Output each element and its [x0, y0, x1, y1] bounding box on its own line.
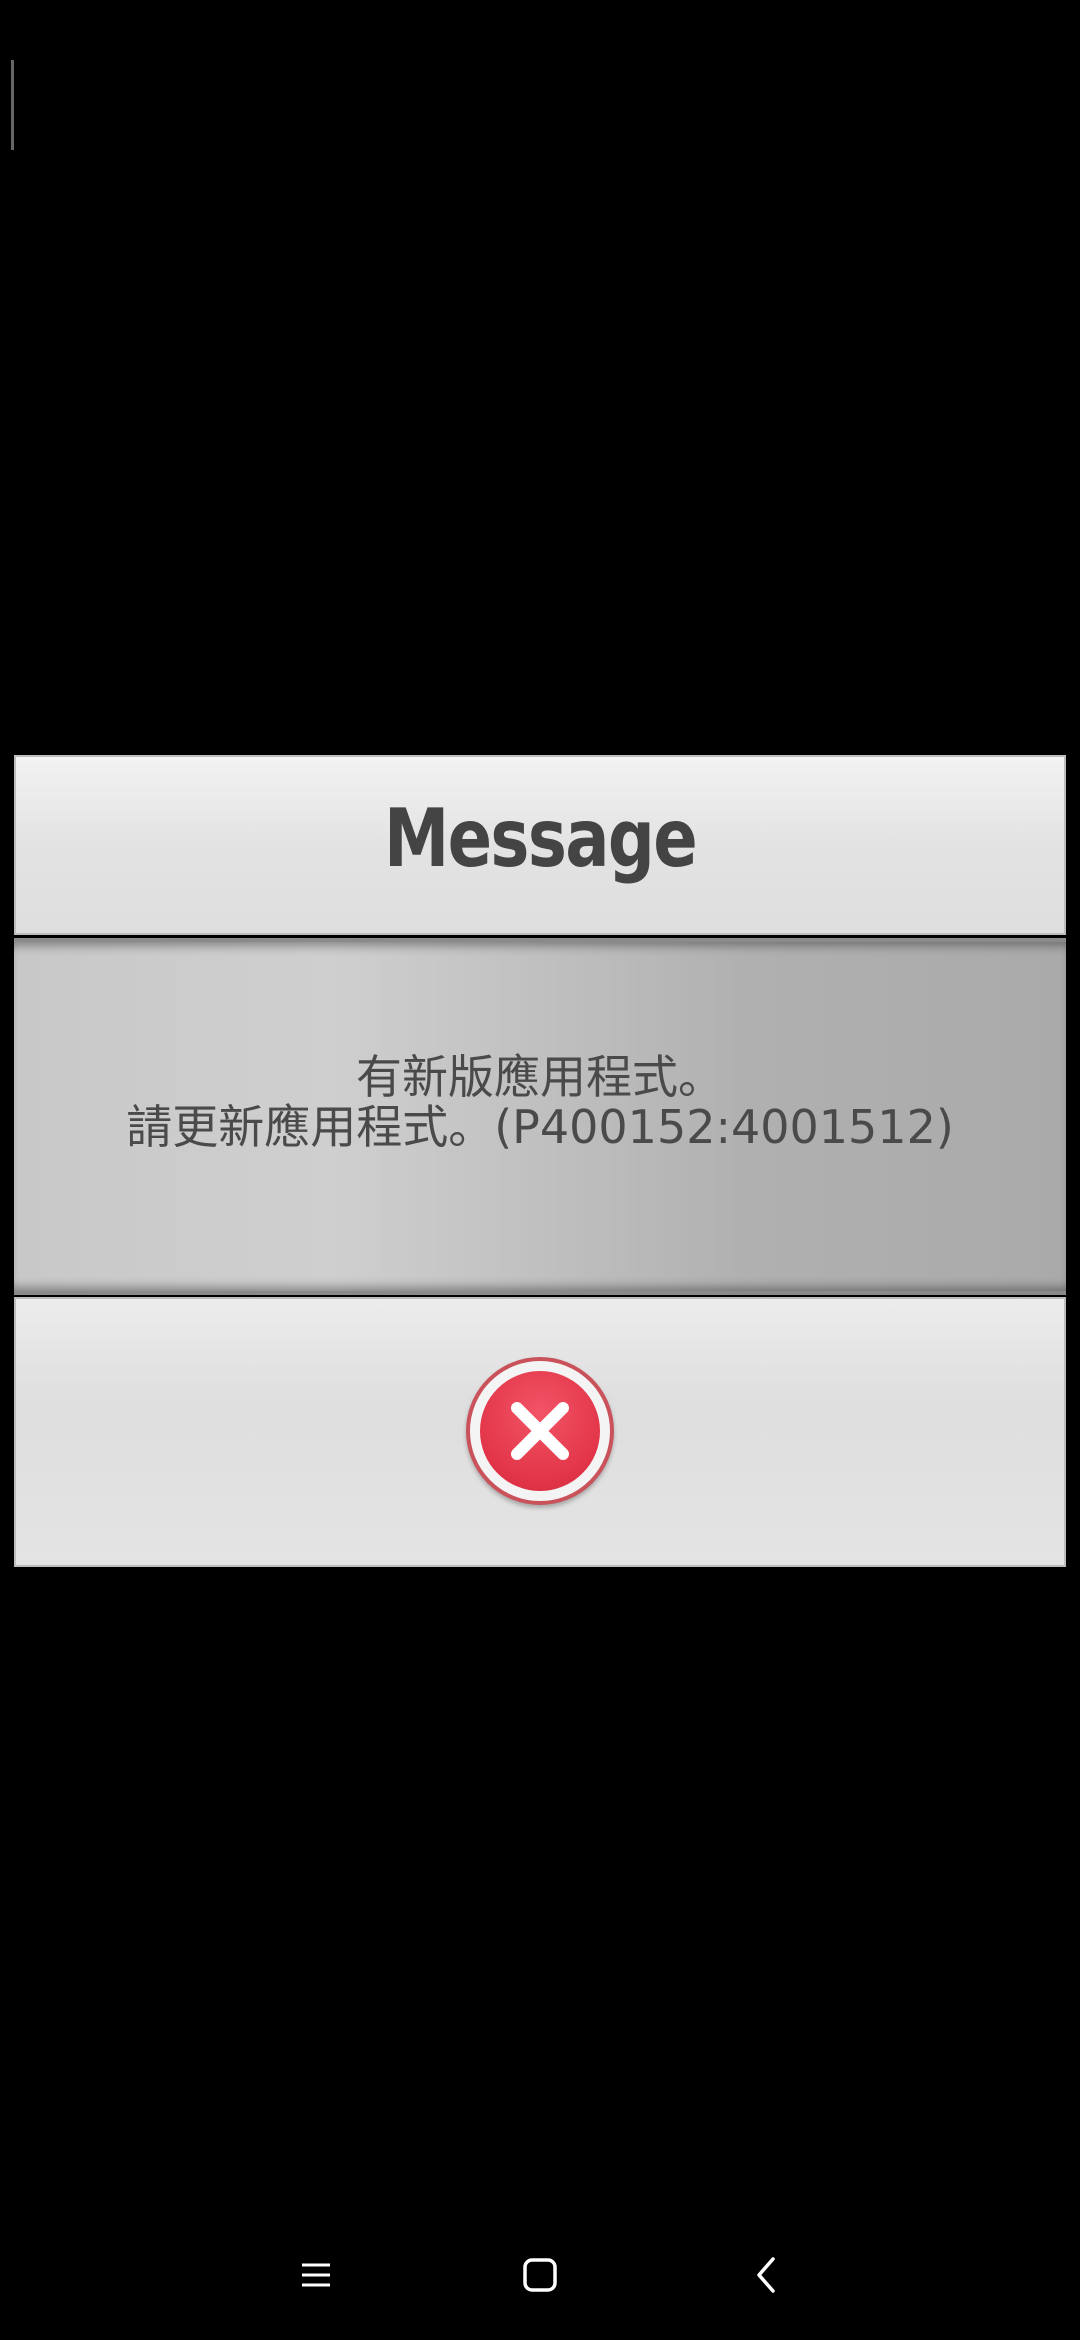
close-button[interactable] — [466, 1357, 614, 1505]
dialog-header: Message — [14, 755, 1066, 935]
dialog-footer — [14, 1297, 1066, 1567]
home-icon — [523, 2258, 557, 2292]
dialog-body: 有新版應用程式。 請更新應用程式。(P400152:4001512) — [14, 938, 1066, 1295]
message-line-1: 有新版應用程式。 — [356, 1050, 724, 1104]
message-dialog: Message 有新版應用程式。 請更新應用程式。(P400152:400151… — [14, 755, 1066, 1567]
screen: Message 有新版應用程式。 請更新應用程式。(P400152:400151… — [0, 0, 1080, 2340]
home-button[interactable] — [500, 2235, 580, 2315]
recents-icon — [302, 2263, 330, 2287]
close-icon — [480, 1371, 600, 1491]
message-text: 有新版應用程式。 請更新應用程式。(P400152:4001512) — [14, 1052, 1066, 1152]
edge-indicator — [11, 60, 14, 150]
back-icon — [757, 2257, 775, 2293]
message-line-2: 請更新應用程式。(P400152:4001512) — [126, 1100, 954, 1154]
dialog-title: Message — [383, 792, 698, 885]
recents-button[interactable] — [276, 2235, 356, 2315]
back-button[interactable] — [727, 2235, 807, 2315]
navigation-bar — [0, 2225, 1080, 2325]
